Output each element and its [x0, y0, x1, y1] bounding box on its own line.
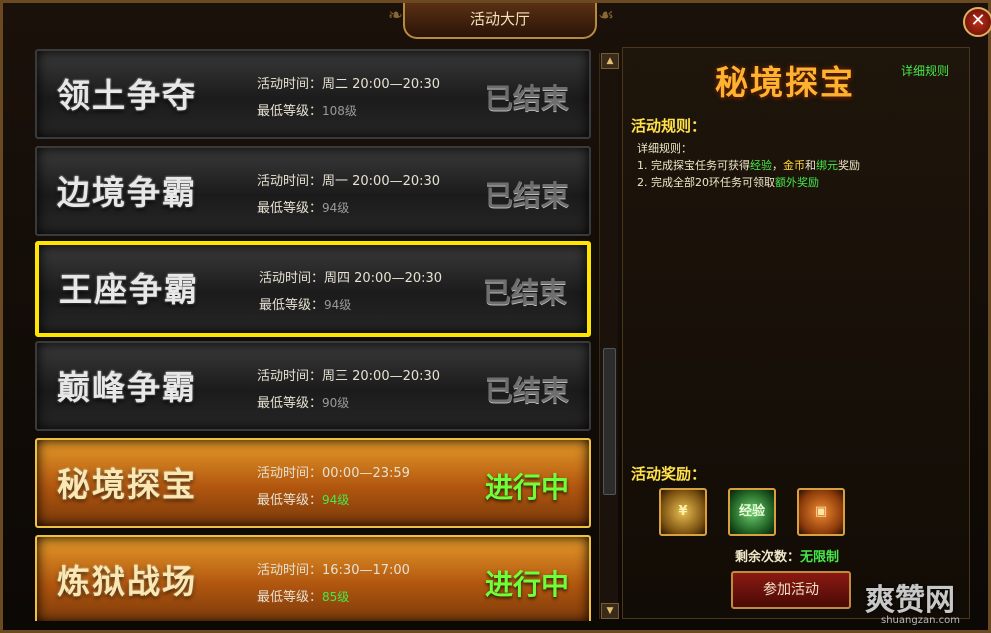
scroll-up-arrow-icon[interactable]: ▲	[601, 53, 619, 69]
activity-card-selected[interactable]: 王座争霸 活动时间：周四 20:00—20:30 最低等级：94级 已结束	[35, 241, 591, 337]
rule1-gold: 金币	[783, 159, 805, 172]
activity-card[interactable]: 秘境探宝 活动时间：00:00—23:59 最低等级：94级 进行中	[35, 438, 591, 528]
activity-name: 边境争霸	[57, 173, 197, 212]
remaining-count: 剩余次数：无限制	[735, 546, 839, 565]
activity-name: 王座争霸	[59, 270, 199, 309]
remaining-value: 无限制	[800, 550, 840, 565]
gold-coin-icon[interactable]: ¥	[659, 488, 707, 536]
rule1-prefix: 1. 完成探宝任务可获得	[637, 159, 750, 172]
activity-min-level: 最低等级：108级	[257, 100, 357, 119]
site-watermark-url: shuangzan.com	[881, 615, 960, 626]
activity-min-level: 最低等级：94级	[257, 489, 349, 508]
rule1-exp: 经验	[750, 159, 772, 172]
activity-time: 活动时间：周四 20:00—20:30	[259, 271, 443, 286]
min-level-label: 最低等级：	[259, 298, 325, 313]
min-level-value: 90级	[322, 396, 350, 410]
activity-time: 活动时间：16:30—17:00	[257, 563, 410, 578]
rule2-extra: 额外奖励	[775, 176, 819, 189]
activity-list-scrollbar[interactable]: ▲ ▼	[599, 53, 619, 619]
activity-card[interactable]: 巅峰争霸 活动时间：周三 20:00—20:30 最低等级：90级 已结束	[35, 341, 591, 431]
rule1-sep: ，	[772, 159, 783, 172]
site-watermark: 爽赞网	[865, 583, 955, 618]
join-activity-button[interactable]: 参加活动	[731, 571, 851, 609]
activity-status: 已结束	[484, 82, 569, 115]
min-level-value: 94级	[324, 298, 352, 312]
min-level-value: 94级	[322, 493, 350, 507]
scroll-down-arrow-icon[interactable]: ▼	[601, 603, 619, 619]
activity-hall-window: ❧ ☙ 活动大厅 ✕ 领土争夺 活动时间：周二 20:00—20:30 最低等级…	[0, 0, 991, 633]
activity-detail-panel: 秘境探宝 详细规则 活动规则： 详细规则： 1. 完成探宝任务可获得经验，金币和…	[622, 47, 970, 619]
min-level-value: 94级	[322, 201, 350, 215]
activity-name: 巅峰争霸	[57, 368, 197, 407]
detail-title: 秘境探宝	[715, 63, 855, 102]
activity-status: 已结束	[484, 374, 569, 407]
rules-heading: 活动规则：	[631, 117, 707, 135]
activity-status: 已结束	[482, 276, 567, 309]
min-level-label: 最低等级：	[257, 590, 323, 605]
activity-card[interactable]: 边境争霸 活动时间：周一 20:00—20:30 最低等级：94级 已结束	[35, 146, 591, 236]
activity-card[interactable]: 炼狱战场 活动时间：16:30—17:00 最低等级：85级 进行中	[35, 535, 591, 621]
remaining-label: 剩余次数：	[735, 550, 801, 565]
reward-heading: 活动奖励：	[631, 465, 707, 483]
activity-status: 进行中	[484, 471, 569, 504]
rule2-prefix: 2. 完成全部20环任务可领取	[637, 176, 775, 189]
min-level-label: 最低等级：	[257, 104, 323, 119]
activity-min-level: 最低等级：94级	[257, 197, 349, 216]
rule-line-2: 2. 完成全部20环任务可领取额外奖励	[637, 174, 819, 190]
activity-time: 活动时间：周二 20:00—20:30	[257, 77, 441, 92]
rule-line-1: 1. 完成探宝任务可获得经验，金币和绑元奖励	[637, 157, 860, 173]
min-level-label: 最低等级：	[257, 201, 323, 216]
left-wing-ornament: ❧	[387, 5, 403, 26]
min-level-label: 最低等级：	[257, 396, 323, 411]
min-level-label: 最低等级：	[257, 493, 323, 508]
min-level-value: 108级	[322, 104, 357, 118]
activity-min-level: 最低等级：94级	[259, 294, 351, 313]
detailed-rules-link[interactable]: 详细规则	[901, 62, 949, 79]
close-button[interactable]: ✕	[963, 7, 991, 37]
activity-min-level: 最低等级：90级	[257, 392, 349, 411]
window-title: 活动大厅	[403, 3, 597, 39]
exp-orb-icon[interactable]: 经验	[728, 488, 776, 536]
rule1-suffix: 奖励	[838, 159, 860, 172]
activity-time: 活动时间：00:00—23:59	[257, 466, 410, 481]
treasure-chest-icon[interactable]: ▣	[797, 488, 845, 536]
activity-name: 炼狱战场	[57, 562, 197, 601]
activity-min-level: 最低等级：85级	[257, 586, 349, 605]
activity-name: 秘境探宝	[57, 465, 197, 504]
activity-time: 活动时间：周一 20:00—20:30	[257, 174, 441, 189]
right-wing-ornament: ☙	[598, 5, 615, 26]
rule1-and: 和	[805, 159, 816, 172]
min-level-value: 85级	[322, 590, 350, 604]
activity-name: 领土争夺	[57, 76, 197, 115]
rules-subheading: 详细规则：	[637, 142, 692, 155]
activity-list: 领土争夺 活动时间：周二 20:00—20:30 最低等级：108级 已结束 边…	[25, 47, 599, 621]
activity-status: 进行中	[484, 568, 569, 601]
activity-card[interactable]: 领土争夺 活动时间：周二 20:00—20:30 最低等级：108级 已结束	[35, 49, 591, 139]
rule1-bind: 绑元	[816, 159, 838, 172]
activity-status: 已结束	[484, 179, 569, 212]
activity-time: 活动时间：周三 20:00—20:30	[257, 369, 441, 384]
scrollbar-thumb[interactable]	[603, 348, 616, 495]
